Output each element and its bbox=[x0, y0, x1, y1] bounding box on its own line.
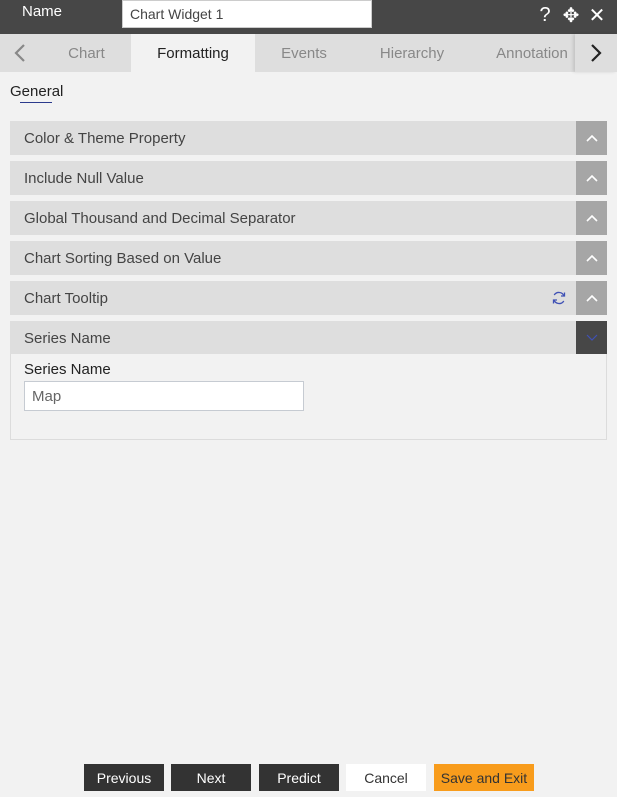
accordion-title: Chart Tooltip bbox=[24, 290, 108, 307]
accordion-toggle[interactable] bbox=[576, 201, 607, 235]
tab-next-button[interactable] bbox=[575, 34, 617, 72]
tab-formatting[interactable]: Formatting bbox=[131, 34, 255, 72]
widget-name-input[interactable] bbox=[122, 0, 372, 28]
tab-chart[interactable]: Chart bbox=[42, 34, 131, 72]
accordion-toggle[interactable] bbox=[576, 121, 607, 155]
accordion-title: Series Name bbox=[24, 330, 111, 347]
next-button[interactable]: Next bbox=[171, 764, 251, 791]
section-general-label[interactable]: General bbox=[10, 83, 63, 100]
accordion-title: Color & Theme Property bbox=[24, 130, 186, 147]
chevron-up-icon bbox=[585, 214, 598, 222]
accordion-title: Include Null Value bbox=[24, 170, 144, 187]
series-name-label: Series Name bbox=[24, 361, 111, 378]
cancel-button[interactable]: Cancel bbox=[346, 764, 426, 791]
chevron-up-icon bbox=[585, 174, 598, 182]
accordion-toggle[interactable] bbox=[576, 281, 607, 315]
move-icon[interactable]: ✥ bbox=[561, 3, 581, 28]
widget-header: Name ? ✥ ✕ bbox=[0, 0, 617, 34]
chevron-up-icon bbox=[585, 134, 598, 142]
save-and-exit-button[interactable]: Save and Exit bbox=[434, 764, 534, 791]
tab-prev-button[interactable] bbox=[0, 34, 40, 72]
predict-button[interactable]: Predict bbox=[259, 764, 339, 791]
tab-events[interactable]: Events bbox=[255, 34, 353, 72]
accordion-sorting[interactable]: Chart Sorting Based on Value bbox=[10, 241, 607, 275]
accordion-title: Chart Sorting Based on Value bbox=[24, 250, 222, 267]
accordion-series-name[interactable]: Series Name bbox=[10, 321, 607, 355]
header-icons: ? ✥ ✕ bbox=[535, 3, 607, 28]
chevron-up-icon bbox=[585, 254, 598, 262]
series-name-panel: Series Name bbox=[10, 354, 607, 440]
accordion-toggle[interactable] bbox=[576, 241, 607, 275]
previous-button[interactable]: Previous bbox=[84, 764, 164, 791]
chevron-down-icon bbox=[586, 334, 597, 341]
accordion-color-theme[interactable]: Color & Theme Property bbox=[10, 121, 607, 155]
tab-hierarchy[interactable]: Hierarchy bbox=[353, 34, 471, 72]
help-icon[interactable]: ? bbox=[535, 4, 555, 27]
tab-bar: Chart Formatting Events Hierarchy Annota… bbox=[0, 34, 617, 72]
close-icon[interactable]: ✕ bbox=[587, 3, 607, 28]
chevron-left-icon bbox=[14, 44, 25, 62]
refresh-icon[interactable] bbox=[551, 290, 567, 306]
accordion-toggle[interactable] bbox=[576, 321, 607, 355]
accordion-tooltip[interactable]: Chart Tooltip bbox=[10, 281, 607, 315]
accordion-include-null[interactable]: Include Null Value bbox=[10, 161, 607, 195]
chevron-up-icon bbox=[585, 294, 598, 302]
section-underline bbox=[20, 102, 52, 103]
name-label: Name bbox=[22, 3, 63, 20]
chevron-right-icon bbox=[591, 44, 602, 62]
accordion-separator[interactable]: Global Thousand and Decimal Separator bbox=[10, 201, 607, 235]
accordion-title: Global Thousand and Decimal Separator bbox=[24, 210, 296, 227]
series-name-input[interactable] bbox=[24, 381, 304, 411]
accordion-toggle[interactable] bbox=[576, 161, 607, 195]
